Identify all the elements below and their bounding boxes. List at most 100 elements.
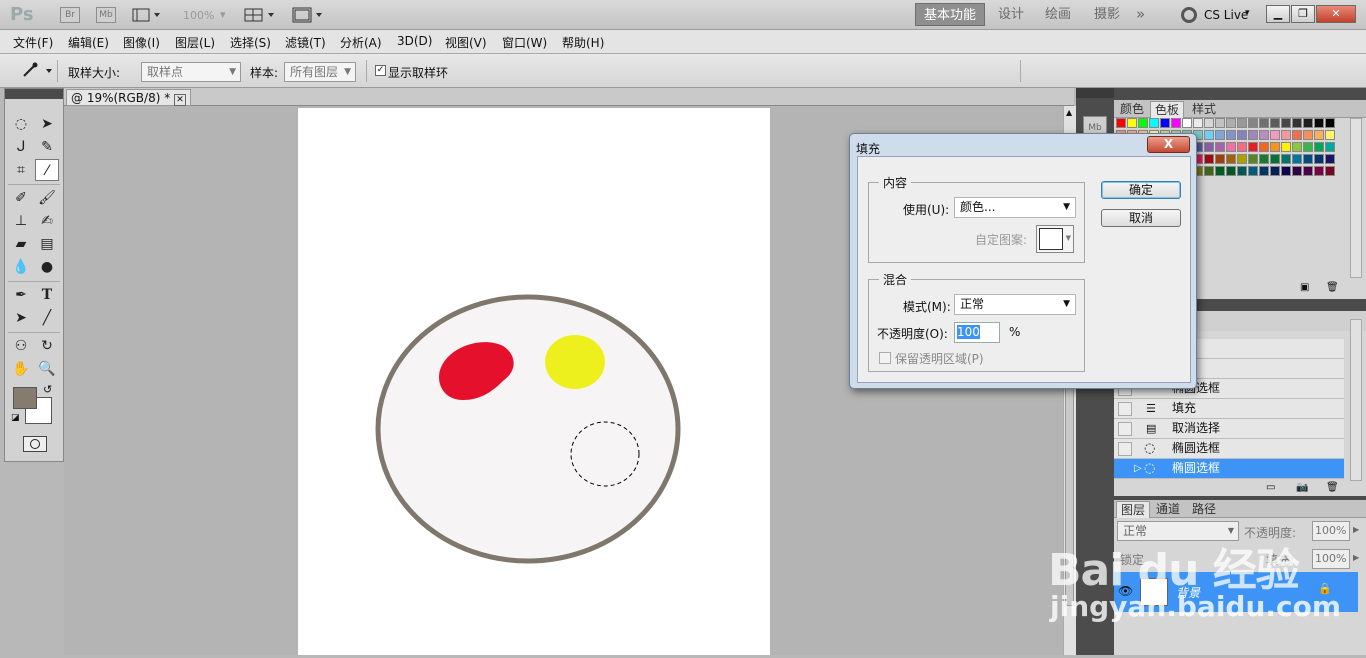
history-item-selected[interactable]: ▷ ◌ 椭圆选框 xyxy=(1114,459,1344,479)
color-swatch[interactable] xyxy=(1204,118,1214,128)
toolbox-header[interactable] xyxy=(5,89,63,99)
gradient-tool-icon[interactable]: ▤ xyxy=(35,233,59,255)
workspace-painting-button[interactable]: 绘画 xyxy=(1037,3,1079,26)
color-swatch[interactable] xyxy=(1270,154,1280,164)
color-swatch[interactable] xyxy=(1292,142,1302,152)
zoom-tool-icon[interactable]: 🔍 xyxy=(35,358,59,380)
chevron-right-icon[interactable]: ▶ xyxy=(1353,553,1359,562)
view-extras-icon[interactable] xyxy=(132,7,162,23)
workspace-design-button[interactable]: 设计 xyxy=(990,3,1032,26)
color-swatch[interactable] xyxy=(1248,118,1258,128)
color-swatch[interactable] xyxy=(1303,154,1313,164)
color-swatch[interactable] xyxy=(1171,118,1181,128)
color-swatch[interactable] xyxy=(1281,154,1291,164)
3d-rotate-tool-icon[interactable]: ⚇ xyxy=(9,335,33,357)
snapshot-icon[interactable]: 📷 xyxy=(1296,482,1308,493)
color-swatch[interactable] xyxy=(1314,166,1324,176)
document-tab[interactable]: @ 19%(RGB/8) * ✕ xyxy=(66,89,192,106)
color-swatch[interactable] xyxy=(1215,118,1225,128)
line-tool-icon[interactable]: ╱ xyxy=(35,307,59,329)
color-swatch[interactable] xyxy=(1248,154,1258,164)
color-swatch[interactable] xyxy=(1226,130,1236,140)
menu-analysis[interactable]: 分析(A) xyxy=(340,34,382,51)
color-swatch[interactable] xyxy=(1226,118,1236,128)
color-swatch[interactable] xyxy=(1314,154,1324,164)
document-canvas[interactable] xyxy=(298,108,770,655)
color-swatch[interactable] xyxy=(1215,142,1225,152)
color-swatch[interactable] xyxy=(1237,166,1247,176)
minimize-button[interactable]: ▁ xyxy=(1266,5,1290,23)
custom-pattern-picker[interactable]: ▼ xyxy=(1036,225,1074,253)
color-swatch[interactable] xyxy=(1292,118,1302,128)
scroll-up-icon[interactable]: ▲ xyxy=(1066,108,1072,117)
color-swatch[interactable] xyxy=(1259,166,1269,176)
color-swatch[interactable] xyxy=(1138,118,1148,128)
mode-select[interactable]: 正常 ▼ xyxy=(954,294,1076,315)
clone-stamp-tool-icon[interactable]: ⊥ xyxy=(9,210,33,232)
color-swatch[interactable] xyxy=(1116,118,1126,128)
sample-size-select[interactable]: 取样点 ▼ xyxy=(141,62,241,82)
color-swatch[interactable] xyxy=(1325,154,1335,164)
pen-tool-icon[interactable]: ✒ xyxy=(9,284,33,306)
arrange-documents-icon[interactable] xyxy=(244,7,278,23)
trash-icon[interactable]: 🗑 xyxy=(1326,482,1339,493)
color-swatch[interactable] xyxy=(1303,130,1313,140)
color-swatch[interactable] xyxy=(1127,118,1137,128)
color-swatch[interactable] xyxy=(1149,118,1159,128)
color-swatch[interactable] xyxy=(1193,118,1203,128)
eyedropper-tool-icon[interactable]: ⁄ xyxy=(35,159,59,181)
tool-preset-picker[interactable] xyxy=(10,60,58,82)
new-document-from-state-icon[interactable]: ▭ xyxy=(1266,482,1275,493)
tab-color[interactable]: 颜色 xyxy=(1116,101,1148,118)
swatches-scrollbar[interactable] xyxy=(1350,118,1362,278)
color-swatch[interactable] xyxy=(1314,130,1324,140)
new-swatch-icon[interactable]: ▣ xyxy=(1300,282,1309,293)
tab-paths[interactable]: 路径 xyxy=(1188,501,1220,518)
color-swatch[interactable] xyxy=(1292,166,1302,176)
color-swatch[interactable] xyxy=(1204,142,1214,152)
menu-window[interactable]: 窗口(W) xyxy=(502,34,547,51)
color-swatch[interactable] xyxy=(1292,154,1302,164)
history-scrollbar[interactable] xyxy=(1350,319,1362,481)
close-app-button[interactable]: ✕ xyxy=(1316,5,1356,23)
color-swatch[interactable] xyxy=(1303,142,1313,152)
restore-button[interactable]: ❐ xyxy=(1291,5,1315,23)
menu-filter[interactable]: 滤镜(T) xyxy=(285,34,326,51)
color-swatch[interactable] xyxy=(1281,142,1291,152)
opacity-field[interactable]: 100% xyxy=(1312,521,1350,541)
color-swatch[interactable] xyxy=(1325,118,1335,128)
tab-swatches[interactable]: 色板 xyxy=(1150,101,1185,118)
chevron-right-icon[interactable]: ▶ xyxy=(1353,525,1359,534)
color-swatch[interactable] xyxy=(1226,142,1236,152)
history-item[interactable]: ☰ 填充 xyxy=(1114,399,1344,419)
crop-tool-icon[interactable]: ⌗ xyxy=(9,159,33,181)
move-tool-icon[interactable]: ➤ xyxy=(35,113,59,135)
quick-selection-tool-icon[interactable]: ✎ xyxy=(35,136,59,158)
color-swatch[interactable] xyxy=(1215,130,1225,140)
zoom-level[interactable]: 100% xyxy=(183,9,214,22)
color-swatch[interactable] xyxy=(1204,154,1214,164)
history-item[interactable]: ▤ 取消选择 xyxy=(1114,419,1344,439)
foreground-color-swatch[interactable] xyxy=(13,387,37,409)
color-swatch[interactable] xyxy=(1237,154,1247,164)
color-swatch[interactable] xyxy=(1182,118,1192,128)
color-swatch[interactable] xyxy=(1325,130,1335,140)
preserve-transparency-checkbox[interactable] xyxy=(879,352,891,364)
zoom-chevron-icon[interactable]: ▾ xyxy=(220,8,226,21)
panel-header[interactable] xyxy=(1114,88,1366,100)
menu-file[interactable]: 文件(F) xyxy=(13,34,53,51)
color-swatch[interactable] xyxy=(1226,166,1236,176)
brush-tool-icon[interactable]: 🖌 xyxy=(35,187,59,209)
cancel-button[interactable]: 取消 xyxy=(1101,209,1181,227)
color-swatch[interactable] xyxy=(1226,154,1236,164)
blur-tool-icon[interactable]: 💧 xyxy=(9,256,33,278)
trash-icon[interactable]: 🗑 xyxy=(1326,282,1339,293)
color-swatch[interactable] xyxy=(1248,130,1258,140)
color-swatch[interactable] xyxy=(1215,166,1225,176)
color-swatch[interactable] xyxy=(1281,118,1291,128)
cslive-icon[interactable] xyxy=(1181,7,1197,23)
use-select[interactable]: 颜色... ▼ xyxy=(954,197,1076,218)
color-swatch[interactable] xyxy=(1303,166,1313,176)
color-swatch[interactable] xyxy=(1270,118,1280,128)
lasso-tool-icon[interactable]: ᒍ xyxy=(9,136,33,158)
